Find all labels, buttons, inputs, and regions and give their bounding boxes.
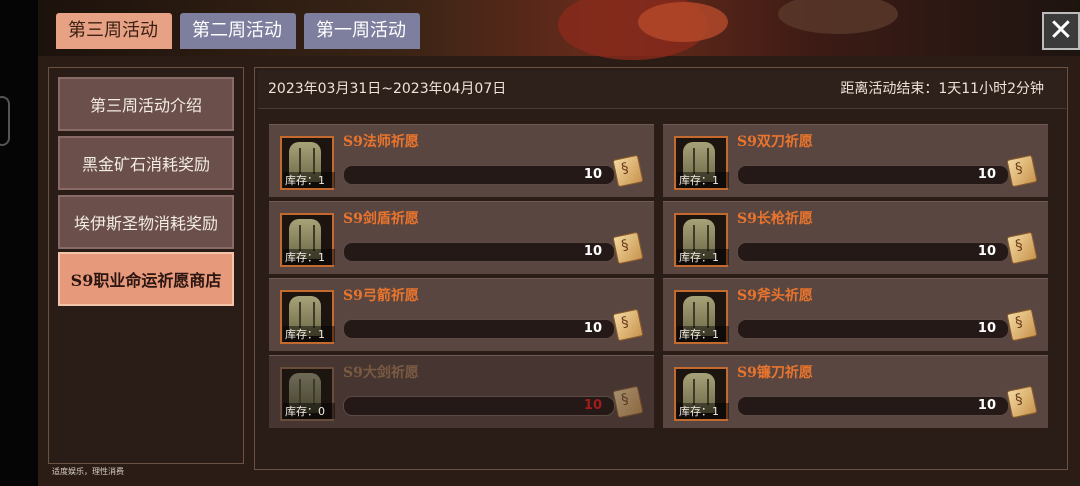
nav-relic-consume-reward[interactable]: 埃伊斯圣物消耗奖励 <box>58 195 234 249</box>
item-stock: 库存：1 <box>677 172 729 188</box>
shop-item-card[interactable]: 库存：0 S9大剑祈愿 10 <box>269 355 654 428</box>
shop-item-card[interactable]: 库存：1 S9法师祈愿 10 <box>269 124 654 197</box>
item-name: S9弓箭祈愿 <box>343 288 419 304</box>
item-thumbnail[interactable]: 库存：1 <box>280 136 335 190</box>
item-thumbnail[interactable]: 库存：1 <box>674 136 729 190</box>
event-date-range: 2023年03月31日~2023年04月07日 <box>268 81 507 97</box>
scroll-currency-icon <box>1006 385 1038 419</box>
item-thumbnail[interactable]: 库存：1 <box>674 213 729 267</box>
scroll-currency-icon <box>1006 308 1038 342</box>
item-stock: 库存：1 <box>677 249 729 265</box>
item-stock: 库存：1 <box>283 249 335 265</box>
item-price: 10 <box>977 321 996 336</box>
item-price-bar[interactable]: 10 <box>343 242 615 262</box>
scroll-currency-icon <box>1006 154 1038 188</box>
item-price: 10 <box>583 398 602 413</box>
item-stock: 库存：1 <box>283 172 335 188</box>
item-stock: 库存：0 <box>283 403 335 419</box>
tab-week-2[interactable]: 第二周活动 <box>180 13 296 49</box>
item-name: S9长枪祈愿 <box>737 211 813 227</box>
item-name: S9大剑祈愿 <box>343 365 419 381</box>
item-price-bar[interactable]: 10 <box>343 396 615 416</box>
shop-item-card[interactable]: 库存：1 S9剑盾祈愿 10 <box>269 201 654 274</box>
shop-item-card[interactable]: 库存：1 S9弓箭祈愿 10 <box>269 278 654 351</box>
item-stock: 库存：1 <box>283 326 335 342</box>
item-thumbnail[interactable]: 库存：0 <box>280 367 335 421</box>
scroll-currency-icon <box>612 231 644 265</box>
item-price: 10 <box>977 398 996 413</box>
item-price-bar[interactable]: 10 <box>737 396 1009 416</box>
item-thumbnail[interactable]: 库存：1 <box>280 213 335 267</box>
event-countdown: 距离活动结束：1天11小时2分钟 <box>840 81 1044 97</box>
item-price-bar[interactable]: 10 <box>737 242 1009 262</box>
item-price-bar[interactable]: 10 <box>343 165 615 185</box>
scroll-currency-icon <box>612 308 644 342</box>
item-stock: 库存：1 <box>677 403 729 419</box>
nav-week3-intro[interactable]: 第三周活动介绍 <box>58 77 234 131</box>
item-price-bar[interactable]: 10 <box>737 319 1009 339</box>
shop-item-card[interactable]: 库存：1 S9长枪祈愿 10 <box>663 201 1048 274</box>
shop-item-card[interactable]: 库存：1 S9斧头祈愿 10 <box>663 278 1048 351</box>
item-name: S9斧头祈愿 <box>737 288 813 304</box>
scroll-currency-icon <box>612 154 644 188</box>
item-price: 10 <box>583 321 602 336</box>
item-name: S9镰刀祈愿 <box>737 365 813 381</box>
item-price: 10 <box>583 167 602 182</box>
item-price-bar[interactable]: 10 <box>343 319 615 339</box>
item-name: S9剑盾祈愿 <box>343 211 419 227</box>
shop-item-card[interactable]: 库存：1 S9双刀祈愿 10 <box>663 124 1048 197</box>
tab-week-3[interactable]: 第三周活动 <box>56 13 172 49</box>
item-stock: 库存：1 <box>677 326 729 342</box>
scroll-currency-icon <box>612 385 644 419</box>
shop-item-card[interactable]: 库存：1 S9镰刀祈愿 10 <box>663 355 1048 428</box>
tab-week-1[interactable]: 第一周活动 <box>304 13 420 49</box>
close-icon[interactable]: ✕ <box>1042 12 1080 50</box>
scroll-currency-icon <box>1006 231 1038 265</box>
side-handle[interactable] <box>0 96 10 146</box>
footnote-text: 适度娱乐，理性消费 <box>52 467 124 476</box>
left-black-strip <box>0 0 38 486</box>
item-price: 10 <box>583 244 602 259</box>
nav-blackgold-ore-reward[interactable]: 黑金矿石消耗奖励 <box>58 136 234 190</box>
item-thumbnail[interactable]: 库存：1 <box>674 290 729 344</box>
item-thumbnail[interactable]: 库存：1 <box>674 367 729 421</box>
nav-s9-prayer-shop[interactable]: S9职业命运祈愿商店 <box>58 252 234 306</box>
item-price: 10 <box>977 244 996 259</box>
item-price-bar[interactable]: 10 <box>737 165 1009 185</box>
item-name: S9法师祈愿 <box>343 134 419 150</box>
item-thumbnail[interactable]: 库存：1 <box>280 290 335 344</box>
item-name: S9双刀祈愿 <box>737 134 813 150</box>
item-price: 10 <box>977 167 996 182</box>
